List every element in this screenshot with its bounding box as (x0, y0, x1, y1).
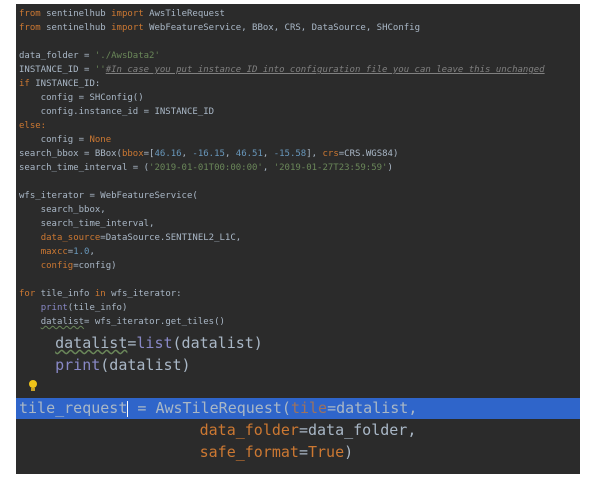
code-line-1[interactable]: from sentinelhub import AwsTileRequest (16, 7, 580, 21)
code-line-12[interactable]: search_time_interval = ('2019-01-01T00:0… (16, 161, 580, 175)
code-line-26-selected[interactable]: tile_request = AwsTileRequest(tile=datal… (16, 398, 580, 419)
code-line-11[interactable]: search_bbox = BBox(bbox=[46.16, -16.15, … (16, 147, 580, 161)
code-line-23[interactable]: datalist= wfs_iterator.get_tiles() (16, 315, 580, 329)
code-line-7[interactable]: config = SHConfig() (16, 91, 580, 105)
code-line-21[interactable]: for tile_info in wfs_iterator: (16, 287, 580, 301)
code-line-8[interactable]: config.instance_id = INSTANCE_ID (16, 105, 580, 119)
code-line-14[interactable]: wfs_iterator = WebFeatureService( (16, 189, 580, 203)
code-line-9[interactable]: else: (16, 119, 580, 133)
code-editor[interactable]: from sentinelhub import AwsTileRequest f… (16, 4, 580, 474)
code-line-6[interactable]: if INSTANCE_ID: (16, 77, 580, 91)
code-line-17[interactable]: data_source=DataSource.SENTINEL2_L1C, (16, 231, 580, 245)
code-line-25[interactable]: print(datalist) (16, 355, 580, 376)
code-line-15[interactable]: search_bbox, (16, 203, 580, 217)
code-line-16[interactable]: search_time_interval, (16, 217, 580, 231)
code-line-10[interactable]: config = None (16, 133, 580, 147)
code-line-5[interactable]: INSTANCE_ID = ''#In case you put instanc… (16, 63, 580, 77)
code-line-4[interactable]: data_folder = './AwsData2' (16, 49, 580, 63)
code-line-2[interactable]: from sentinelhub import WebFeatureServic… (16, 21, 580, 35)
code-line-22[interactable]: print(tile_info) (16, 301, 580, 315)
lightbulb-icon[interactable] (28, 379, 38, 393)
code-line-18[interactable]: maxcc=1.0, (16, 245, 580, 259)
code-line-28[interactable]: safe_format=True) (16, 442, 580, 463)
code-line-19[interactable]: config=config) (16, 259, 580, 273)
code-line-24[interactable]: datalist=list(datalist) (16, 333, 580, 354)
code-line-27[interactable]: data_folder=data_folder, (16, 420, 580, 441)
